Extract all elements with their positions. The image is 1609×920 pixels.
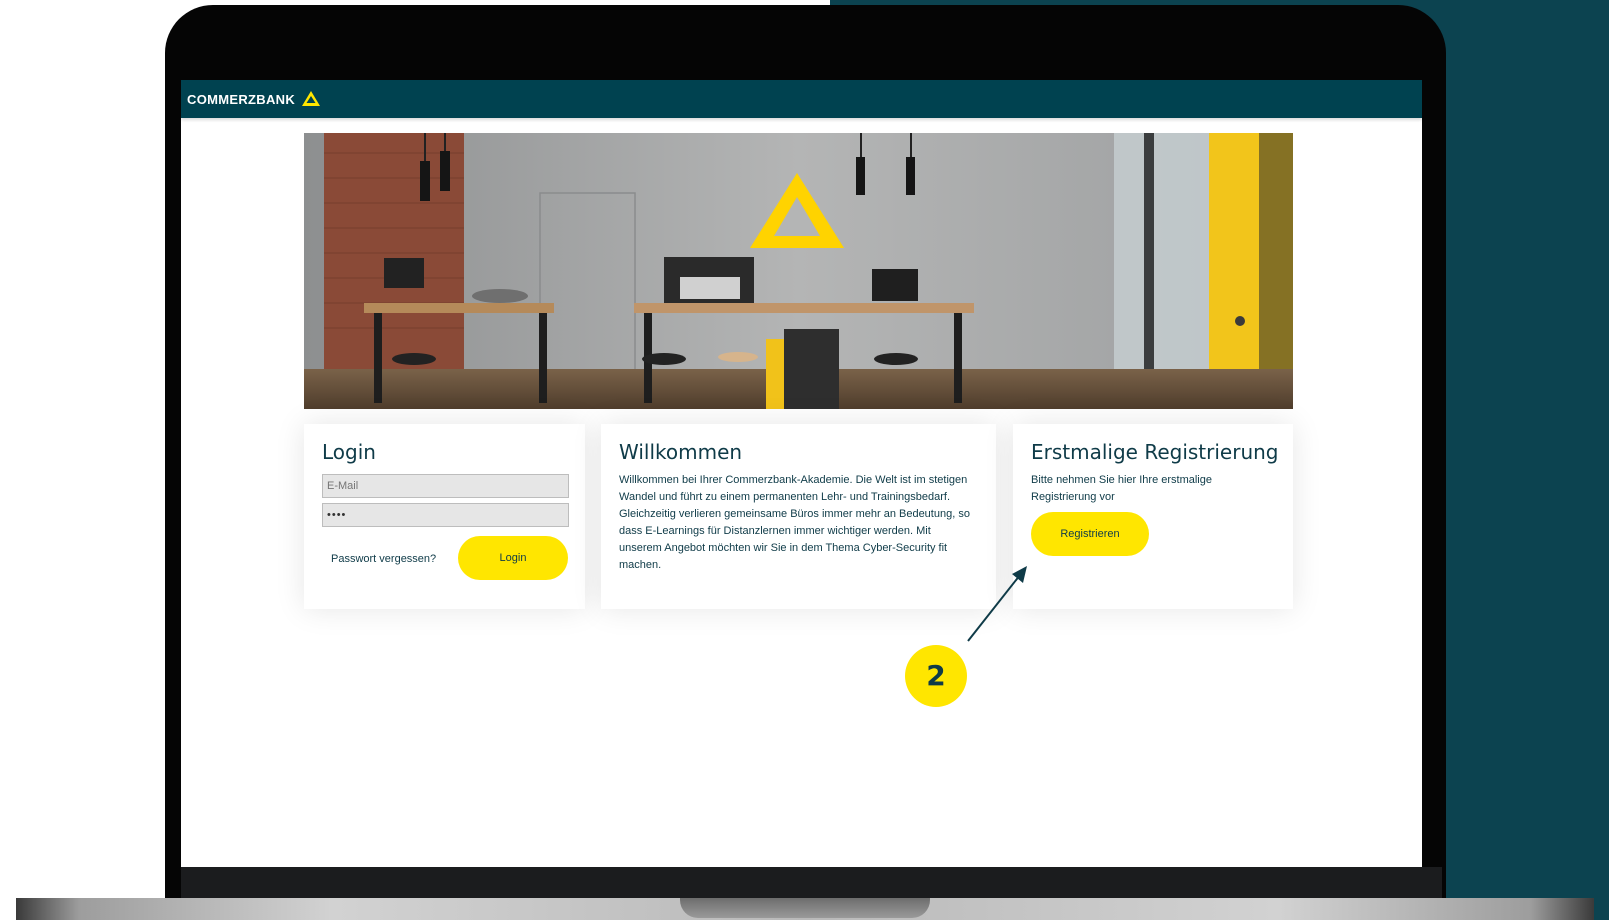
laptop-notch (680, 898, 930, 918)
login-button[interactable]: Login (458, 536, 568, 580)
hero-image (304, 133, 1293, 409)
forgot-password-link[interactable]: Passwort vergessen? (331, 553, 436, 565)
registration-text: Bitte nehmen Sie hier Ihre erstmalige Re… (1031, 474, 1212, 503)
login-card: Login •••• Passwort vergessen? Login (304, 424, 585, 609)
register-button[interactable]: Registrieren (1031, 512, 1149, 556)
brand-name: COMMERZBANK (187, 91, 296, 107)
site-header: COMMERZBANK (181, 80, 1422, 118)
registration-card: Erstmalige Registrierung Bitte nehmen Si… (1013, 424, 1293, 609)
registration-title: Erstmalige Registrierung (1031, 440, 1279, 464)
login-title: Login (322, 440, 376, 464)
brand-link[interactable]: COMMERZBANK (187, 84, 321, 114)
welcome-card: Willkommen Willkommen bei Ihrer Commerzb… (601, 424, 996, 609)
email-input[interactable] (322, 474, 569, 498)
browser-screen: COMMERZBANK Login E-Mail •••• Passwort v… (181, 80, 1422, 867)
password-input[interactable]: •••• (322, 503, 569, 527)
welcome-title: Willkommen (619, 440, 743, 464)
laptop-bezel (181, 867, 1442, 898)
welcome-text: Willkommen bei Ihrer Commerzbank-Akademi… (619, 474, 970, 571)
step-number-badge: 2 (905, 645, 967, 707)
commerzbank-ribbon-icon (302, 91, 321, 106)
